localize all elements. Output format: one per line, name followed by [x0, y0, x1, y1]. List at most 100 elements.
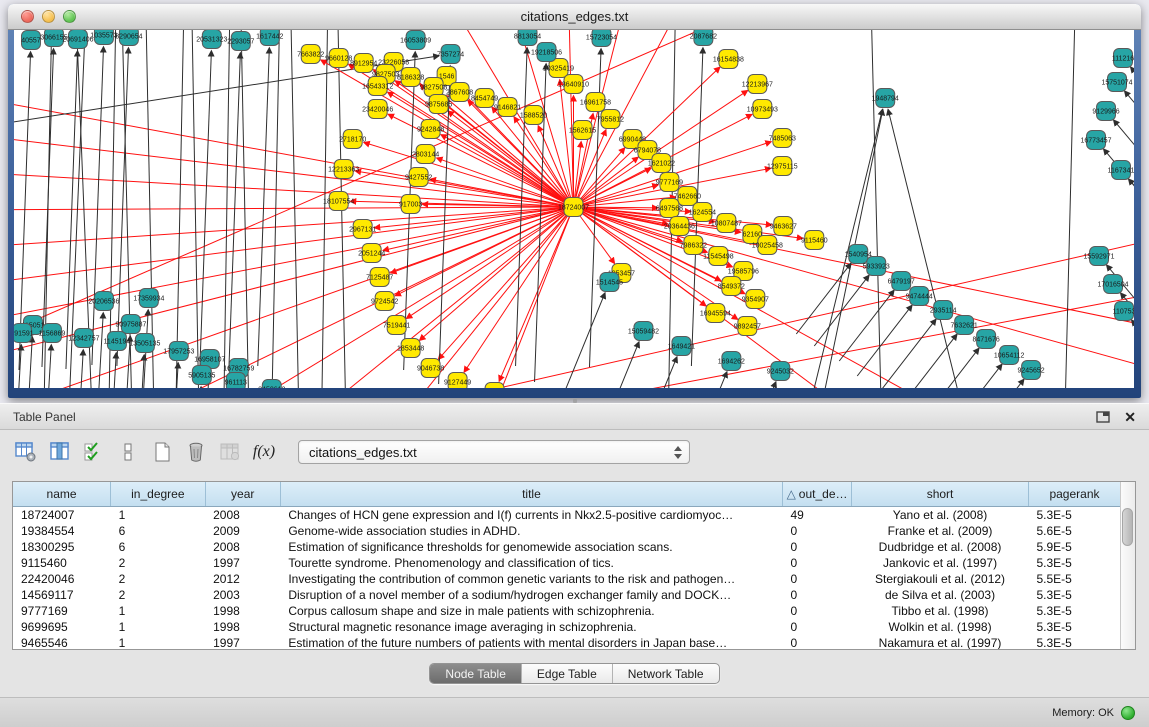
network-node[interactable]: 17016504 [1097, 275, 1128, 294]
network-node[interactable]: 9354907 [742, 290, 769, 309]
network-node[interactable]: 2051244 [358, 244, 385, 263]
network-node[interactable]: 16773457 [1081, 131, 1112, 150]
network-node[interactable]: 23420046 [362, 100, 393, 119]
network-node[interactable]: 9427552 [405, 168, 432, 187]
function-builder-button[interactable]: f(x) [252, 440, 276, 464]
table-mode-button[interactable] [14, 440, 38, 464]
tab-edge-table[interactable]: Edge Table [521, 664, 612, 683]
network-node[interactable]: 1694262 [718, 352, 745, 371]
column-header-title[interactable]: title [280, 482, 782, 506]
network-node[interactable]: 12342757 [68, 329, 99, 348]
network-node[interactable]: 12975115 [767, 157, 798, 176]
network-node[interactable]: 2087682 [690, 30, 717, 46]
network-node[interactable]: 10654112 [994, 346, 1025, 365]
network-node[interactable]: 17359934 [133, 289, 164, 308]
network-node[interactable]: 917003 [399, 195, 422, 214]
network-node[interactable]: 8290654 [115, 30, 142, 46]
network-node[interactable]: 13505135 [129, 334, 160, 353]
network-node[interactable]: 110753 [1113, 302, 1134, 321]
network-node[interactable]: 12213967 [742, 75, 773, 94]
column-checks-button[interactable] [82, 440, 106, 464]
network-node[interactable]: 8912954 [350, 54, 377, 73]
network-node[interactable]: 1145194 [104, 332, 131, 351]
network-node[interactable]: 7485063 [769, 129, 796, 148]
network-node[interactable]: 7663822 [297, 45, 324, 64]
column-header-name[interactable]: name [13, 482, 111, 506]
network-node[interactable]: 20691406 [62, 30, 93, 49]
network-node[interactable]: 7357274 [437, 45, 464, 64]
network-node[interactable]: 7125487 [366, 268, 393, 287]
table-row[interactable]: 969969511998Structural magnetic resonanc… [13, 619, 1120, 635]
network-node[interactable]: 111216 [1112, 49, 1134, 68]
column-header-year[interactable]: year [205, 482, 280, 506]
network-node[interactable]: 8471676 [973, 330, 1000, 349]
table-row[interactable]: 946554611997Estimation of the future num… [13, 635, 1120, 650]
table-row[interactable]: 2242004622012Investigating the contribut… [13, 571, 1120, 587]
network-node[interactable]: 17957253 [163, 342, 194, 361]
tab-node-table[interactable]: Node Table [430, 664, 521, 683]
network-node[interactable]: 391591 [14, 324, 34, 343]
column-header-short[interactable]: short [852, 482, 1029, 506]
network-node[interactable]: 9129966 [1092, 102, 1119, 121]
network-node[interactable]: 15751074 [1101, 73, 1132, 92]
network-node[interactable]: 12213363 [328, 160, 359, 179]
delete-table-button[interactable] [218, 440, 242, 464]
network-node[interactable]: 2450612 [258, 380, 285, 389]
network-node[interactable]: 9046738 [417, 359, 444, 378]
network-node[interactable]: 6479197 [888, 272, 915, 291]
memory-status-led[interactable] [1121, 706, 1135, 720]
float-panel-icon[interactable] [1096, 411, 1110, 423]
network-node[interactable]: 9245032 [767, 362, 794, 381]
network-node[interactable]: 9115460 [801, 231, 828, 250]
zoom-window-button[interactable] [63, 10, 76, 23]
close-panel-icon[interactable]: ✕ [1124, 410, 1136, 424]
network-node[interactable]: 16945594 [700, 304, 731, 323]
column-select-button[interactable] [48, 440, 72, 464]
create-column-button[interactable] [150, 440, 174, 464]
network-node[interactable]: 11545498 [703, 247, 734, 266]
network-node[interactable]: 2803144 [412, 145, 439, 164]
network-node[interactable]: 10973493 [747, 100, 778, 119]
tab-network-table[interactable]: Network Table [612, 664, 719, 683]
network-node[interactable]: 40557 [21, 31, 41, 50]
table-row[interactable]: 977716911998Corpus callosum shape and si… [13, 603, 1120, 619]
network-node[interactable]: 2718170 [339, 130, 366, 149]
close-window-button[interactable] [21, 10, 34, 23]
network-node[interactable]: 1649421 [668, 337, 695, 356]
network-node[interactable]: 7519441 [383, 316, 410, 335]
network-node[interactable]: 1167341 [1108, 161, 1134, 180]
table-row[interactable]: 1830029562008Estimation of significance … [13, 539, 1120, 555]
table-row[interactable]: 1456911722003Disruption of a novel membe… [13, 587, 1120, 603]
table-row[interactable]: 911546021997Tourette syndrome. Phenomeno… [13, 555, 1120, 571]
network-node[interactable]: 1156869 [39, 324, 66, 343]
network-node[interactable]: 8813054 [514, 30, 541, 46]
column-header-in_degree[interactable]: in_degree [111, 482, 206, 506]
network-view-canvas[interactable]: 7663822966012889129542322605898275031654… [14, 30, 1134, 388]
network-node[interactable]: 9892457 [734, 317, 761, 336]
network-node[interactable]: 1562615 [569, 121, 596, 140]
network-node[interactable]: 20206536 [88, 292, 119, 311]
table-scrollbar-thumb[interactable] [1122, 508, 1133, 546]
column-header-out_de[interactable]: △out_de… [782, 482, 851, 506]
table-scrollbar[interactable] [1120, 482, 1135, 649]
network-node[interactable]: 15059482 [628, 322, 659, 341]
network-node[interactable]: 15723054 [586, 30, 617, 47]
network-node[interactable]: 9245652 [1017, 361, 1044, 380]
network-node[interactable]: 20531323 [196, 30, 227, 49]
network-node[interactable]: 1035573 [90, 30, 117, 45]
network-node[interactable]: 9127449 [444, 373, 471, 389]
network-node[interactable]: 7986322 [680, 236, 707, 255]
network-node[interactable]: 9463627 [770, 217, 797, 236]
table-row[interactable]: 1872400712008Changes of HCN gene express… [13, 506, 1120, 523]
network-node[interactable]: 961113 [225, 373, 247, 389]
table-selector-dropdown[interactable]: citations_edges.txt [298, 440, 690, 464]
network-node[interactable]: 1948794 [872, 89, 899, 108]
window-titlebar[interactable]: citations_edges.txt [8, 4, 1141, 30]
network-node[interactable]: 2935114 [930, 301, 957, 320]
network-node[interactable]: 7955812 [597, 110, 624, 129]
network-node[interactable]: 2293057 [227, 32, 254, 51]
network-node[interactable]: 16053809 [400, 31, 431, 50]
minimize-window-button[interactable] [42, 10, 55, 23]
row-options-button[interactable] [116, 440, 140, 464]
network-node[interactable]: 16961758 [580, 93, 611, 112]
